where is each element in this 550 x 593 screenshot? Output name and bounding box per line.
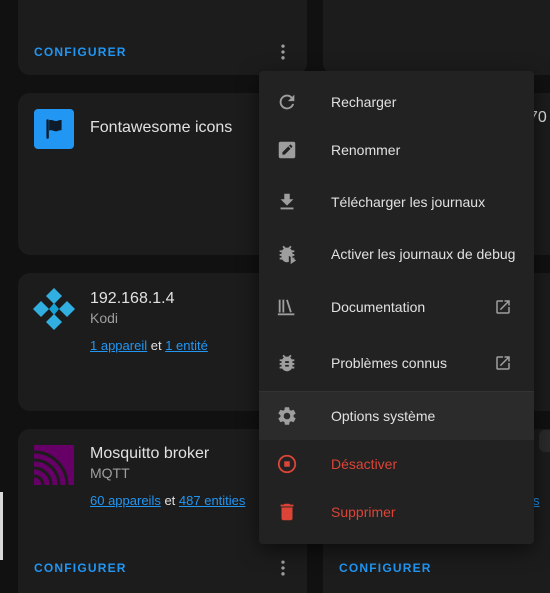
menu-item-documentation[interactable]: Documentation (259, 281, 534, 333)
menu-item-label: Recharger (331, 94, 397, 110)
menu-item-label: Supprimer (331, 504, 396, 520)
dots-vertical-icon (281, 560, 285, 576)
links-joiner: et (147, 338, 166, 353)
menu-item-label: Renommer (331, 142, 401, 158)
open-in-new-icon (494, 354, 512, 372)
menu-item-label: Problèmes connus (331, 355, 447, 371)
integration-card-top-right (323, 0, 550, 75)
fontawesome-logo (34, 109, 74, 149)
card-links: 60 appareils et 487 entities (90, 493, 245, 508)
menu-item-label: Documentation (331, 299, 426, 315)
stop-circle-icon (275, 452, 299, 476)
overflow-menu-button[interactable] (271, 556, 295, 580)
devices-link[interactable]: 60 appareils (90, 493, 161, 508)
overflow-menu-button[interactable] (271, 40, 295, 64)
mqtt-logo (34, 445, 74, 485)
bug-play-icon (275, 242, 299, 266)
overflow-menu: Recharger Renommer Télécharger les journ… (259, 71, 534, 544)
download-icon (275, 190, 299, 214)
menu-item-disable[interactable]: Désactiver (259, 440, 534, 488)
menu-item-download-logs[interactable]: Télécharger les journaux (259, 177, 534, 227)
rename-icon (275, 138, 299, 162)
mqtt-icon (34, 445, 74, 485)
menu-item-label: Options système (331, 408, 436, 424)
card-title: Mosquitto broker (90, 445, 210, 462)
dots-vertical-icon (281, 44, 285, 60)
devices-link[interactable]: 1 appareil (90, 338, 147, 353)
menu-item-delete[interactable]: Supprimer (259, 488, 534, 536)
open-in-new-icon (494, 298, 512, 316)
card-subtitle: Kodi (90, 310, 119, 326)
bug-icon (275, 351, 299, 375)
menu-item-label: Activer les journaux de debug (331, 246, 516, 262)
entities-link[interactable]: 1 entité (165, 338, 208, 353)
card-subtitle: MQTT (90, 465, 130, 481)
menu-item-label: Désactiver (331, 456, 398, 472)
integration-card-top-left: CONFIGURER (18, 0, 307, 75)
entities-link[interactable]: 487 entities (179, 493, 246, 508)
configure-button[interactable]: CONFIGURER (34, 561, 127, 575)
links-joiner: et (160, 493, 179, 508)
menu-item-enable-debug[interactable]: Activer les journaux de debug (259, 229, 534, 279)
trash-icon (275, 500, 299, 524)
menu-item-known-issues[interactable]: Problèmes connus (259, 337, 534, 389)
flag-icon (46, 119, 62, 139)
menu-item-system-options[interactable]: Options système (259, 392, 534, 440)
menu-item-rename[interactable]: Renommer (259, 127, 534, 173)
menu-item-label: Télécharger les journaux (331, 194, 486, 210)
gear-icon (275, 404, 299, 428)
kodi-logo (32, 287, 76, 331)
card-title: 192.168.1.4 (90, 290, 175, 307)
kodi-icon (33, 288, 75, 330)
configure-button[interactable]: CONFIGURER (34, 45, 127, 59)
book-icon (275, 295, 299, 319)
menu-item-reload[interactable]: Recharger (259, 79, 534, 125)
card-title: Fontawesome icons (90, 119, 233, 136)
badge-icon (539, 430, 550, 452)
window-edge (0, 492, 3, 560)
card-links: 1 appareil et 1 entité (90, 338, 208, 353)
configure-button[interactable]: CONFIGURER (339, 561, 432, 575)
reload-icon (275, 90, 299, 114)
